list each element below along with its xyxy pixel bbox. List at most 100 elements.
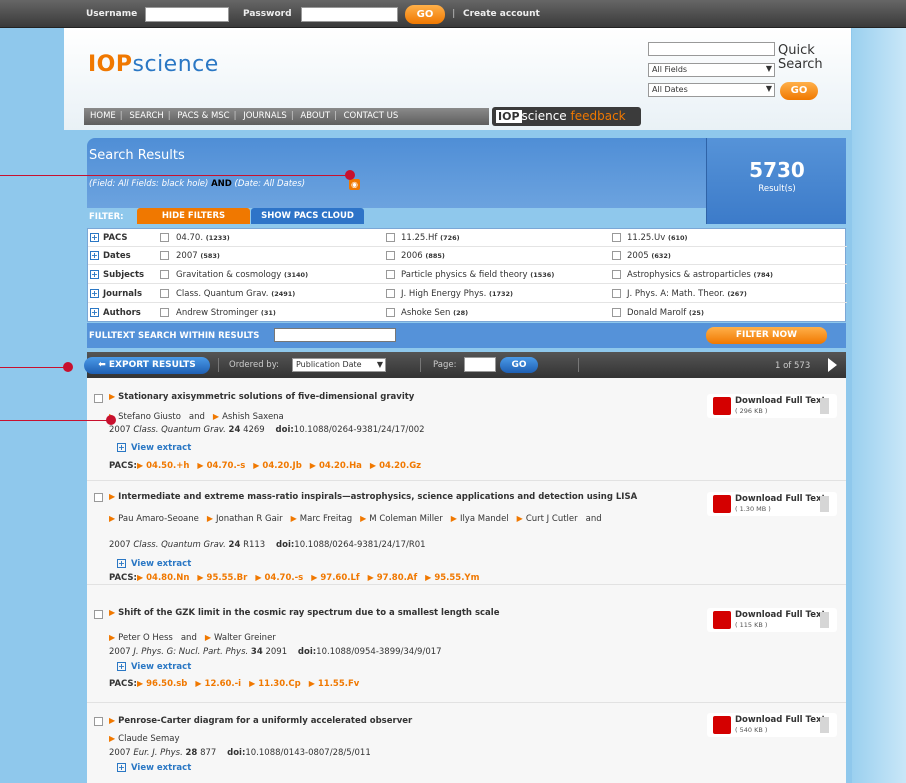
expand-icon: + [117,559,126,568]
view-extract-link[interactable]: + View extract [117,662,191,672]
page-input[interactable] [464,357,496,372]
filter-now-button[interactable]: FILTER NOW [706,327,827,344]
result-checkbox[interactable] [94,493,103,502]
expand-icon[interactable]: + [90,308,99,317]
nav-pacs-msc[interactable]: PACS & MSC [177,111,229,121]
result-checkbox[interactable] [94,610,103,619]
download-full-text-button[interactable]: Download Full Text( 540 KB ) [707,713,837,737]
download-arrow-icon [820,496,829,512]
checkbox[interactable] [612,251,621,260]
checkbox[interactable] [160,308,169,317]
article-citation: 2007 Class. Quantum Grav. 24 4269 doi:10… [109,425,425,435]
article-authors: ▶ Pau Amaro-Seoane ▶ Jonathan R Gair ▶ Marc F… [109,514,602,524]
hide-filters-tab[interactable]: HIDE FILTERS [137,208,250,224]
feedback-button[interactable]: IOP science feedback [492,107,641,126]
expand-icon: + [117,763,126,772]
username-label: Username [86,9,138,19]
ordered-by-label: Ordered by: [229,360,279,370]
expand-icon[interactable]: + [90,251,99,260]
search-results-title: Search Results [89,148,185,163]
checkbox[interactable] [612,289,621,298]
checkbox[interactable] [386,251,395,260]
iopscience-logo[interactable]: IOPscience [88,52,219,77]
rss-icon[interactable]: ◉ [349,179,360,190]
main-nav: HOME | SEARCH | PACS & MSC | JOURNALS | ABOU… [84,108,489,125]
download-full-text-button[interactable]: Download Full Text( 115 KB ) [707,608,837,632]
article-citation: 2007 J. Phys. G: Nucl. Part. Phys. 34 20… [109,647,442,657]
checkbox[interactable] [386,289,395,298]
page-go-button[interactable]: GO [500,357,538,373]
next-page-icon[interactable] [828,358,837,372]
pdf-icon [713,495,731,513]
expand-icon[interactable]: + [90,289,99,298]
filter-label: FILTER: [89,212,124,222]
result-checkbox[interactable] [94,717,103,726]
nav-contact-us[interactable]: CONTACT US [344,111,399,121]
checkbox[interactable] [386,308,395,317]
nav-search[interactable]: SEARCH [129,111,163,121]
article-pacs: PACS:▶ 96.50.sb ▶ 12.60.-i ▶ 11.30.Cp ▶ 11.55.F… [109,679,360,689]
site-header: IOPscience Quick Search All Fields ▼ All D… [64,28,851,130]
filter-row-journals: + Journals Class. Quantum Grav. (2491) J.… [88,285,847,303]
fulltext-input[interactable] [274,328,396,342]
username-input[interactable] [145,7,229,22]
dates-select[interactable]: All Dates ▼ [648,83,775,97]
checkbox[interactable] [160,289,169,298]
result-count-label: Result(s) [758,184,796,194]
nav-about[interactable]: ABOUT [300,111,330,121]
checkbox[interactable] [160,270,169,279]
expand-icon[interactable]: + [90,233,99,242]
search-results-panel: Search Results (Field: All Fields: black… [87,138,846,224]
checkbox[interactable] [160,233,169,242]
checkbox[interactable] [612,308,621,317]
callout-line [0,175,350,176]
right-background [852,28,906,783]
article-title[interactable]: ▶ Penrose-Carter diagram for a uniformly … [109,716,412,726]
divider [578,358,579,372]
quick-search-input[interactable] [648,42,775,56]
article-citation: 2007 Eur. J. Phys. 28 877 doi:10.1088/01… [109,748,371,758]
checkbox[interactable] [386,270,395,279]
list-item: ▶ Penrose-Carter diagram for a uniformly … [87,704,846,783]
fulltext-label: FULLTEXT SEARCH WITHIN RESULTS [89,331,260,341]
nav-journals[interactable]: JOURNALS [243,111,287,121]
expand-icon[interactable]: + [90,270,99,279]
filter-row-dates: + Dates 2007 (583) 2006 (885) 2005 (632) [88,247,847,265]
article-title[interactable]: ▶ Intermediate and extreme mass-ratio ins… [109,492,637,502]
download-full-text-button[interactable]: Download Full Text( 1.30 MB ) [707,492,837,516]
password-input[interactable] [301,7,398,22]
checkbox[interactable] [612,270,621,279]
back-arrow-icon: ⬅ [98,360,109,370]
download-arrow-icon [820,717,829,733]
view-extract-link[interactable]: + View extract [117,443,191,453]
checkbox[interactable] [386,233,395,242]
result-checkbox[interactable] [94,394,103,403]
quick-search-go-button[interactable]: GO [780,82,818,100]
list-item: ▶ Shift of the GZK limit in the cosmic ra… [87,600,846,703]
callout-line [0,420,112,421]
filter-row-authors: + Authors Andrew Strominger (31) Ashoke S… [90,308,704,318]
filter-table: + PACS 04.70. (1233) 11.25.Hf (726) 11.25… [87,228,847,322]
view-extract-link[interactable]: + View extract [117,559,191,569]
create-account-link[interactable]: Create account [463,9,540,19]
fields-select[interactable]: All Fields ▼ [648,63,775,77]
pdf-icon [713,611,731,629]
article-title[interactable]: ▶ Shift of the GZK limit in the cosmic ra… [109,608,499,618]
list-item: ▶ Stationary axisymmetric solutions of fi… [87,378,846,481]
checkbox[interactable] [612,233,621,242]
login-go-button[interactable]: GO [405,5,445,24]
list-item: ▶ Intermediate and extreme mass-ratio ins… [87,482,846,585]
article-pacs: PACS:▶ 04.80.Nn ▶ 95.55.Br ▶ 04.70.-s ▶ 97.60.L… [109,573,480,583]
callout-dot [106,415,116,425]
view-extract-link[interactable]: + View extract [117,763,191,773]
article-authors: ▶Stefano Giustoand▶Ashish Saxena [109,412,284,422]
nav-home[interactable]: HOME [90,111,116,121]
ordered-by-select[interactable]: Publication Date ▼ [292,358,386,372]
divider: | [452,9,456,19]
checkbox[interactable] [160,251,169,260]
export-results-button[interactable]: ⬅ EXPORT RESULTS [84,357,210,374]
download-full-text-button[interactable]: Download Full Text( 296 KB ) [707,394,837,418]
article-title[interactable]: ▶ Stationary axisymmetric solutions of fi… [109,392,414,402]
article-authors: ▶ Peter O Hess and ▶ Walter Greiner [109,633,276,643]
show-pacs-cloud-tab[interactable]: SHOW PACS CLOUD [251,208,364,224]
